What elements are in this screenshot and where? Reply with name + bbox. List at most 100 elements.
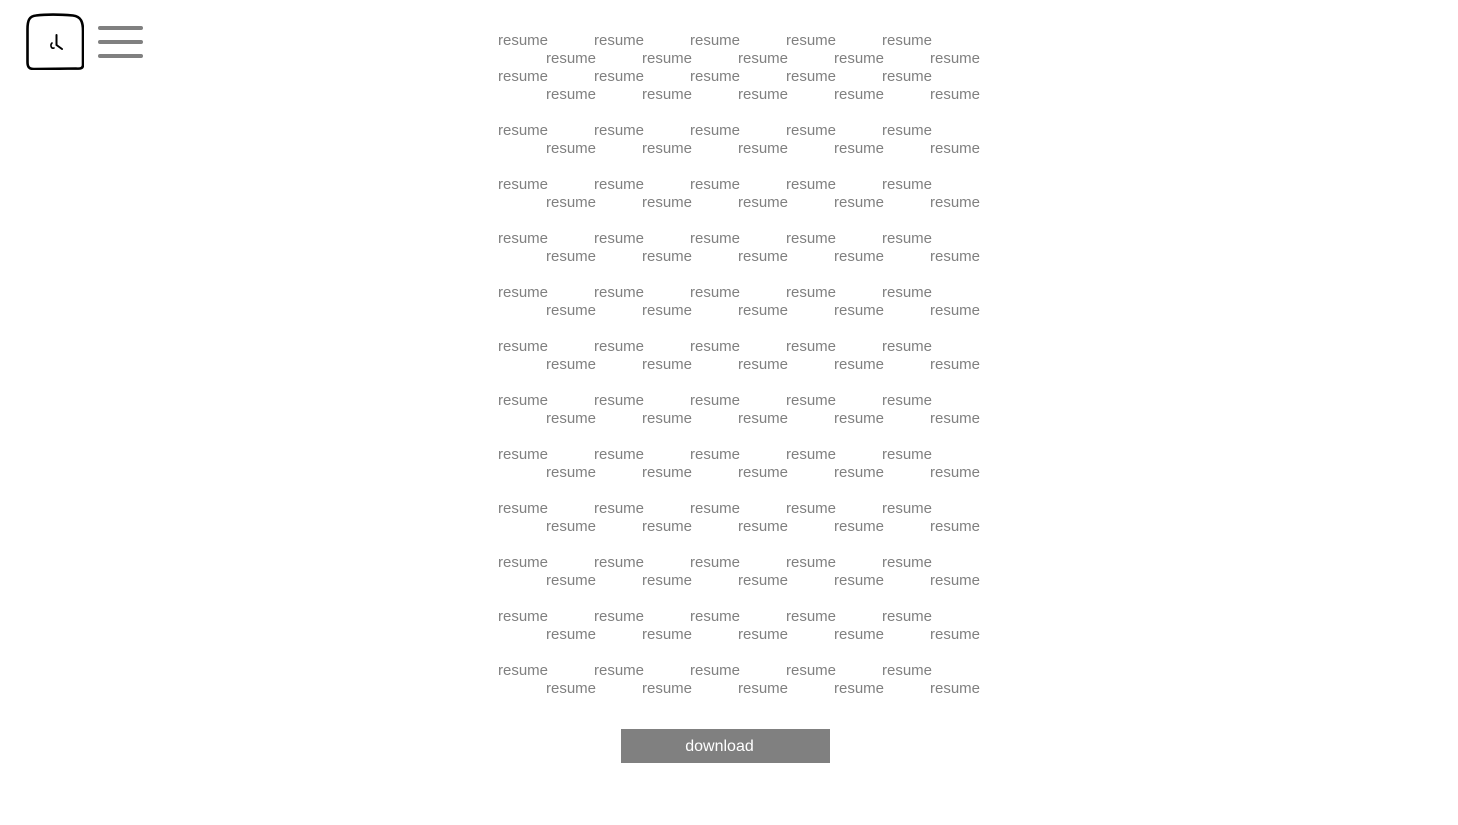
resume-link[interactable]: resume (882, 446, 932, 464)
resume-link[interactable]: resume (546, 50, 596, 68)
resume-link[interactable]: resume (738, 140, 788, 158)
resume-link[interactable]: resume (498, 554, 548, 572)
resume-link[interactable]: resume (738, 248, 788, 266)
resume-link[interactable]: resume (834, 464, 884, 482)
resume-link[interactable]: resume (642, 140, 692, 158)
resume-link[interactable]: resume (642, 302, 692, 320)
resume-link[interactable]: resume (594, 500, 644, 518)
resume-link[interactable]: resume (546, 140, 596, 158)
resume-link[interactable]: resume (546, 410, 596, 428)
resume-link[interactable]: resume (834, 518, 884, 536)
resume-link[interactable]: resume (834, 50, 884, 68)
resume-link[interactable]: resume (498, 338, 548, 356)
resume-link[interactable]: resume (498, 122, 548, 140)
resume-link[interactable]: resume (786, 446, 836, 464)
resume-link[interactable]: resume (642, 410, 692, 428)
resume-link[interactable]: resume (786, 32, 836, 50)
resume-link[interactable]: resume (594, 554, 644, 572)
resume-link[interactable]: resume (546, 194, 596, 212)
resume-link[interactable]: resume (834, 194, 884, 212)
resume-link[interactable]: resume (738, 302, 788, 320)
resume-link[interactable]: resume (546, 356, 596, 374)
resume-link[interactable]: resume (546, 86, 596, 104)
resume-link[interactable]: resume (642, 572, 692, 590)
resume-link[interactable]: resume (882, 608, 932, 626)
resume-link[interactable]: resume (930, 518, 980, 536)
resume-link[interactable]: resume (834, 140, 884, 158)
resume-link[interactable]: resume (690, 176, 740, 194)
resume-link[interactable]: resume (690, 122, 740, 140)
resume-link[interactable]: resume (882, 392, 932, 410)
resume-link[interactable]: resume (642, 50, 692, 68)
resume-link[interactable]: resume (882, 230, 932, 248)
resume-link[interactable]: resume (498, 230, 548, 248)
resume-link[interactable]: resume (786, 554, 836, 572)
resume-link[interactable]: resume (882, 662, 932, 680)
resume-link[interactable]: resume (546, 302, 596, 320)
resume-link[interactable]: resume (594, 662, 644, 680)
resume-link[interactable]: resume (498, 608, 548, 626)
resume-link[interactable]: resume (594, 32, 644, 50)
resume-link[interactable]: resume (834, 248, 884, 266)
resume-link[interactable]: resume (546, 626, 596, 644)
resume-link[interactable]: resume (690, 392, 740, 410)
resume-link[interactable]: resume (930, 410, 980, 428)
resume-link[interactable]: resume (498, 32, 548, 50)
resume-link[interactable]: resume (690, 662, 740, 680)
resume-link[interactable]: resume (930, 626, 980, 644)
resume-link[interactable]: resume (834, 410, 884, 428)
resume-link[interactable]: resume (882, 176, 932, 194)
resume-link[interactable]: resume (786, 392, 836, 410)
resume-link[interactable]: resume (882, 32, 932, 50)
resume-link[interactable]: resume (882, 122, 932, 140)
resume-link[interactable]: resume (882, 500, 932, 518)
resume-link[interactable]: resume (642, 194, 692, 212)
resume-link[interactable]: resume (594, 122, 644, 140)
resume-link[interactable]: resume (690, 68, 740, 86)
resume-link[interactable]: resume (930, 86, 980, 104)
resume-link[interactable]: resume (642, 518, 692, 536)
resume-link[interactable]: resume (546, 464, 596, 482)
resume-link[interactable]: resume (738, 50, 788, 68)
resume-link[interactable]: resume (834, 680, 884, 698)
resume-link[interactable]: resume (498, 500, 548, 518)
resume-link[interactable]: resume (738, 680, 788, 698)
resume-link[interactable]: resume (690, 230, 740, 248)
resume-link[interactable]: resume (642, 248, 692, 266)
resume-link[interactable]: resume (690, 500, 740, 518)
resume-link[interactable]: resume (498, 662, 548, 680)
resume-link[interactable]: resume (690, 284, 740, 302)
resume-link[interactable]: resume (786, 608, 836, 626)
resume-link[interactable]: resume (738, 194, 788, 212)
resume-link[interactable]: resume (498, 68, 548, 86)
resume-link[interactable]: resume (930, 248, 980, 266)
resume-link[interactable]: resume (690, 554, 740, 572)
resume-link[interactable]: resume (690, 338, 740, 356)
resume-link[interactable]: resume (786, 176, 836, 194)
resume-link[interactable]: resume (594, 230, 644, 248)
resume-link[interactable]: resume (786, 662, 836, 680)
resume-link[interactable]: resume (786, 284, 836, 302)
resume-link[interactable]: resume (930, 140, 980, 158)
download-button[interactable]: download (621, 729, 830, 763)
resume-link[interactable]: resume (498, 176, 548, 194)
resume-link[interactable]: resume (594, 608, 644, 626)
resume-link[interactable]: resume (594, 392, 644, 410)
resume-link[interactable]: resume (930, 50, 980, 68)
resume-link[interactable]: resume (594, 284, 644, 302)
resume-link[interactable]: resume (594, 338, 644, 356)
resume-link[interactable]: resume (882, 338, 932, 356)
resume-link[interactable]: resume (738, 626, 788, 644)
resume-link[interactable]: resume (738, 410, 788, 428)
resume-link[interactable]: resume (834, 356, 884, 374)
resume-link[interactable]: resume (786, 338, 836, 356)
resume-link[interactable]: resume (834, 626, 884, 644)
resume-link[interactable]: resume (498, 392, 548, 410)
resume-link[interactable]: resume (738, 464, 788, 482)
resume-link[interactable]: resume (786, 230, 836, 248)
resume-link[interactable]: resume (834, 572, 884, 590)
resume-link[interactable]: resume (690, 446, 740, 464)
resume-link[interactable]: resume (930, 680, 980, 698)
resume-link[interactable]: resume (738, 86, 788, 104)
resume-link[interactable]: resume (642, 464, 692, 482)
